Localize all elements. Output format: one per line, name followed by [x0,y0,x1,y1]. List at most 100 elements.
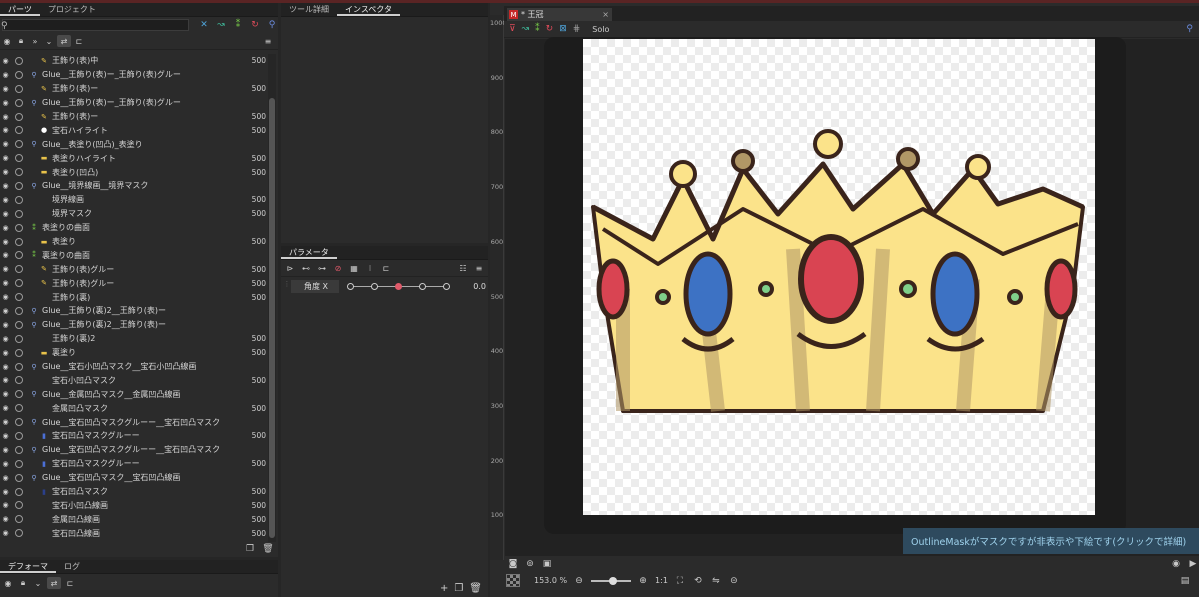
expand-icon[interactable]: » [29,35,41,47]
draw-order-value[interactable]: 500 [240,334,266,343]
visibility-eye-icon[interactable]: ◉ [0,474,11,482]
document-tab[interactable]: M * 王冠 × [507,8,612,21]
layer-row[interactable]: ◉ 王飾り(裏) 500 [0,290,266,304]
lock-circle-toggle[interactable] [15,376,23,385]
layer-row[interactable]: ◉ ⁑ 裏塗りの曲面 [0,248,266,262]
rotate-view-icon[interactable]: ⟲ [692,575,704,587]
param-lock-icon[interactable]: ⊏ [380,263,392,274]
lock-circle-toggle[interactable] [15,431,23,440]
lock-circle-toggle[interactable] [15,362,23,371]
trash-icon[interactable]: 🗑︎ [262,543,274,555]
tab-inspector[interactable]: インスペクタ [337,3,400,16]
pin-icon[interactable]: ⚲ [266,19,278,31]
lock-circle-toggle[interactable] [15,501,23,510]
draw-order-value[interactable]: 500 [240,376,266,385]
visibility-eye-icon[interactable]: ◉ [0,529,11,537]
lock-circle-toggle[interactable] [15,418,23,427]
layer-row[interactable]: ◉ ⚲ Glue__宝石小凹凸マスク__宝石小凹凸線画 [0,360,266,374]
trash-icon[interactable]: 🗑︎ [469,583,482,594]
zoom-slider[interactable] [591,576,632,586]
mesh-view-icon[interactable]: ⊠ [559,24,567,34]
visibility-eye-icon[interactable]: ◉ [0,390,11,398]
pin-icon[interactable]: ⚲ [1186,24,1193,34]
glue-view-icon[interactable]: ↝ [522,24,530,34]
slider-current-knot[interactable] [395,283,402,290]
visibility-eye-icon[interactable]: ◉ [0,460,11,468]
visibility-eye-icon[interactable]: ◉ [0,515,11,523]
capture-settings-icon[interactable]: ⊚ [524,558,536,570]
flip-view-icon[interactable]: ⇋ [710,575,722,587]
grid-view-icon[interactable]: ⋕ [573,24,581,34]
play-icon[interactable]: ▶ [1187,558,1199,570]
camera-icon[interactable]: ◙ [507,558,519,570]
key-remove-icon[interactable]: ⊶ [316,263,328,274]
param-list-icon[interactable]: ☷ [457,263,469,274]
tab-project[interactable]: プロジェクト [40,3,104,16]
art-mesh-filter-icon[interactable]: ✕ [198,19,210,31]
layer-row[interactable]: ◉ ⚲ Glue__王飾り(表)ー_王飾り(表)グルー [0,68,266,82]
hierarchy-lock-icon[interactable]: ⊏ [64,577,76,589]
lock-circle-toggle[interactable] [15,168,23,177]
visibility-eye-icon[interactable]: ◉ [0,404,11,412]
solo-toggle[interactable]: Solo [592,25,609,34]
layer-row[interactable]: ◉ 宝石凹凸線画 500 [0,526,266,540]
lock-circle-toggle[interactable] [15,181,23,190]
layer-row[interactable]: ◉ 王飾り(裏)2 500 [0,332,266,346]
visibility-eye-icon[interactable]: ◉ [0,432,11,440]
layer-row[interactable]: ◉ ▮ 宝石凹凸マスクグルーー 500 [0,429,266,443]
visibility-eye-icon[interactable]: ◉ [0,168,11,176]
lock-icon[interactable]: 🔒︎ [17,577,29,589]
draw-order-value[interactable]: 500 [240,84,266,93]
lock-circle-toggle[interactable] [15,70,23,79]
visibility-eye-icon[interactable]: ◉ [0,265,11,273]
draw-order-value[interactable]: 500 [240,237,266,246]
layer-row[interactable]: ◉ ▮ 宝石凹凸マスク 500 [0,485,266,499]
visibility-eye-icon[interactable]: ◉ [0,446,11,454]
deformer-filter-icon[interactable]: ⁑ [232,19,244,31]
layer-row[interactable]: ◉ ✎ 王飾り(表)ー 500 [0,110,266,124]
lock-circle-toggle[interactable] [15,459,23,468]
warning-toast[interactable]: OutlineMaskがマスクですが非表示や下絵です(クリックで詳細) [903,528,1199,554]
actual-size-button[interactable]: 1:1 [655,576,668,585]
lock-circle-toggle[interactable] [15,265,23,274]
layer-row[interactable]: ◉ ⚲ Glue__表塗り(凹凸)_表塗り [0,137,266,151]
layer-row[interactable]: ◉ ⚲ Glue__王飾り(裏)2__王飾り(表)ー [0,304,266,318]
layer-row[interactable]: ◉ ▬ 表塗り(凹凸) 500 [0,165,266,179]
layer-scrollbar[interactable] [268,54,276,542]
layer-row[interactable]: ◉ ▬ 裏塗り 500 [0,346,266,360]
visibility-eye-icon[interactable]: ◉ [0,71,11,79]
draw-order-value[interactable]: 500 [240,265,266,274]
toggle-icon[interactable]: ⊝ [728,575,740,587]
draw-order-value[interactable]: 500 [240,279,266,288]
sort-toggle-icon[interactable]: ⇄ [47,577,61,589]
layer-row[interactable]: ◉ 境界線画 500 [0,193,266,207]
zoom-in-icon[interactable]: ⊕ [637,575,649,587]
tab-parts[interactable]: パーツ [0,3,40,16]
key-add-icon[interactable]: ⊷ [300,263,312,274]
visibility-eye-icon[interactable]: ◉ [0,99,11,107]
layer-row[interactable]: ◉ ✎ 王飾り(表)ー 500 [0,82,266,96]
visibility-eye-icon[interactable]: ◉ [0,182,11,190]
layer-row[interactable]: ◉ ● 宝石ハイライト 500 [0,123,266,137]
draw-order-value[interactable]: 500 [240,501,266,510]
draw-order-value[interactable]: 500 [240,209,266,218]
visibility-eye-icon[interactable]: ◉ [0,210,11,218]
draw-order-value[interactable]: 500 [240,487,266,496]
draw-order-value[interactable]: 500 [240,112,266,121]
visibility-eye-icon[interactable]: ◉ [0,57,11,65]
drag-handle-icon[interactable]: ⋮ [283,280,291,293]
deformer-view-icon[interactable]: ⁑ [535,24,540,34]
glue-filter-icon[interactable]: ↝ [215,19,227,31]
visibility-eye-icon[interactable]: ◉ [0,488,11,496]
tab-parameter[interactable]: パラメータ [281,246,337,259]
menu-icon[interactable]: ≡ [262,35,274,47]
zoom-out-icon[interactable]: ⊖ [573,575,585,587]
layer-row[interactable]: ◉ ▬ 表塗り 500 [0,235,266,249]
visibility-eye-icon[interactable]: ◉ [0,126,11,134]
lock-circle-toggle[interactable] [15,251,23,260]
duplicate-icon[interactable]: ❐ [244,543,256,555]
lock-circle-toggle[interactable] [15,487,23,496]
duplicate-icon[interactable]: ❐ [454,583,463,594]
draw-order-value[interactable]: 500 [240,348,266,357]
slider-key-knot[interactable] [443,283,450,290]
